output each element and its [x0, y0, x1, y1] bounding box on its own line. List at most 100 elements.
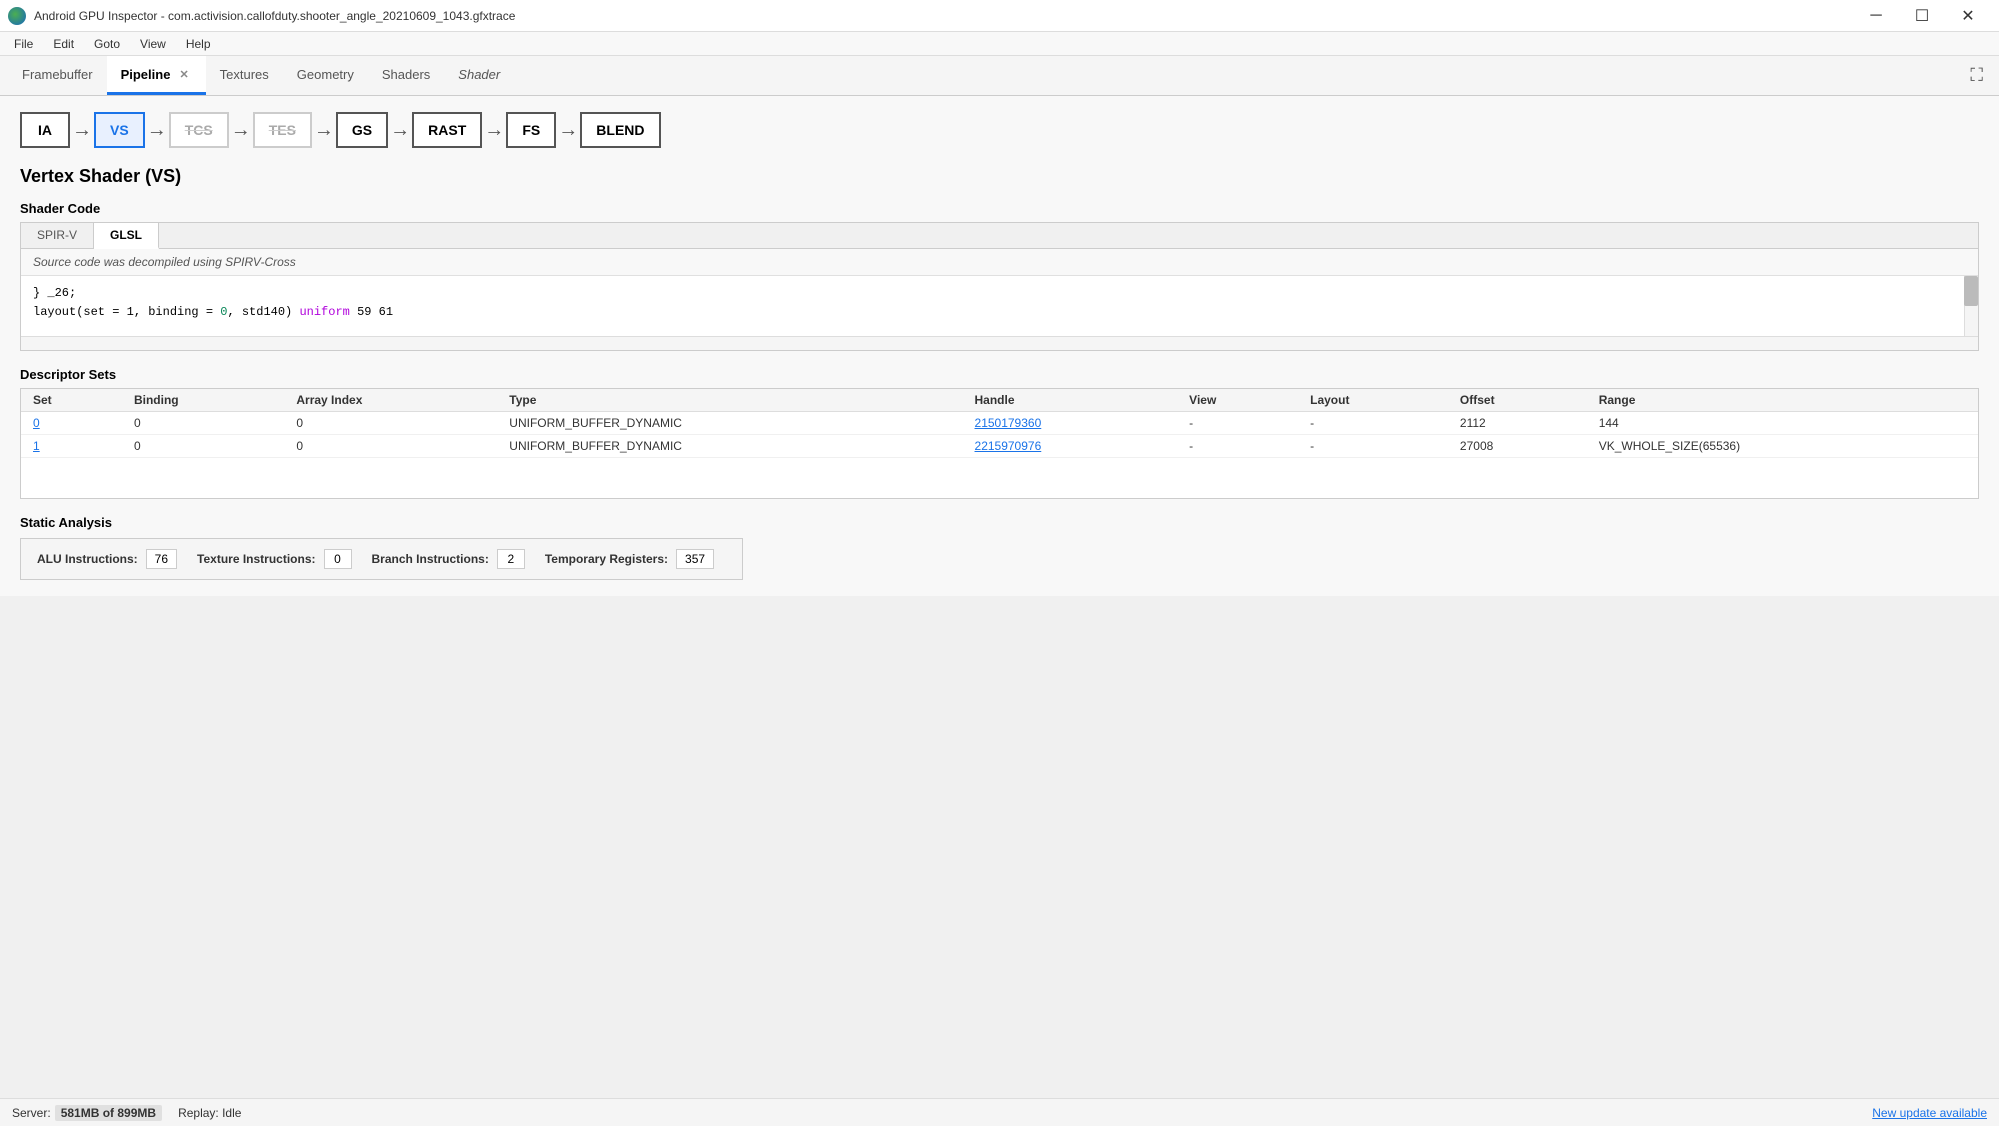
code-tab-spirv[interactable]: SPIR-V: [21, 223, 94, 248]
tab-geometry-label: Geometry: [297, 67, 354, 82]
table-row: 0 0 0 UNIFORM_BUFFER_DYNAMIC 2150179360 …: [21, 412, 1978, 435]
tab-pipeline-close[interactable]: ✕: [176, 67, 191, 82]
pipeline-node-fs[interactable]: FS: [506, 112, 556, 148]
set-link-0[interactable]: 0: [33, 416, 40, 430]
stat-label-branch: Branch Instructions:: [372, 552, 489, 566]
pipeline-node-ia[interactable]: IA: [20, 112, 70, 148]
code-line-1: } _26;: [33, 284, 1966, 303]
table-row-empty: [21, 458, 1978, 498]
descriptor-table: Set Binding Array Index Type Handle View…: [21, 389, 1978, 498]
title-bar-left: Android GPU Inspector - com.activision.c…: [8, 7, 515, 25]
menu-file[interactable]: File: [4, 35, 43, 53]
status-server-mem: 581MB of 899MB: [55, 1105, 162, 1121]
pipeline-node-tcs[interactable]: TCS: [169, 112, 229, 148]
menu-help[interactable]: Help: [176, 35, 221, 53]
title-bar-text: Android GPU Inspector - com.activision.c…: [34, 9, 515, 23]
stat-value-texture: 0: [324, 549, 352, 569]
menu-bar: File Edit Goto View Help: [0, 32, 1999, 56]
pipeline-node-rast[interactable]: RAST: [412, 112, 482, 148]
tab-textures[interactable]: Textures: [206, 56, 283, 95]
status-bar: Server: 581MB of 899MB Replay: Idle New …: [0, 1098, 1999, 1126]
pipeline-node-vs[interactable]: VS: [94, 112, 145, 148]
code-scroll-horizontal[interactable]: [21, 336, 1978, 350]
type-1: UNIFORM_BUFFER_DYNAMIC: [497, 435, 962, 458]
title-bar: Android GPU Inspector - com.activision.c…: [0, 0, 1999, 32]
handle-link-1[interactable]: 2215970976: [975, 439, 1042, 453]
offset-0: 2112: [1448, 412, 1587, 435]
code-tab-glsl[interactable]: GLSL: [94, 223, 159, 249]
status-update-link[interactable]: New update available: [1872, 1106, 1987, 1120]
col-array-index: Array Index: [284, 389, 497, 412]
col-range: Range: [1587, 389, 1978, 412]
stat-label-tempreg: Temporary Registers:: [545, 552, 668, 566]
range-0: 144: [1587, 412, 1978, 435]
minimize-button[interactable]: ─: [1853, 0, 1899, 32]
code-scroll-vertical[interactable]: [1964, 276, 1978, 336]
android-gpu-inspector-icon: [8, 7, 26, 25]
arrow-rast-fs: →: [482, 119, 506, 142]
code-decompile-notice: Source code was decompiled using SPIRV-C…: [21, 249, 1978, 276]
col-layout: Layout: [1298, 389, 1448, 412]
maximize-button[interactable]: ☐: [1899, 0, 1945, 32]
set-link-1[interactable]: 1: [33, 439, 40, 453]
pipeline-diagram: IA → VS → TCS → TES → GS → RAST → FS → B…: [20, 112, 1979, 148]
type-0: UNIFORM_BUFFER_DYNAMIC: [497, 412, 962, 435]
arrow-gs-rast: →: [388, 119, 412, 142]
shader-code-label: Shader Code: [20, 201, 1979, 216]
tab-geometry[interactable]: Geometry: [283, 56, 368, 95]
arrow-tcs-tes: →: [229, 119, 253, 142]
code-line-2: layout(set = 1, binding = 0, std140) uni…: [33, 303, 1966, 322]
binding-1: 0: [122, 435, 284, 458]
range-1: VK_WHOLE_SIZE(65536): [1587, 435, 1978, 458]
col-binding: Binding: [122, 389, 284, 412]
col-offset: Offset: [1448, 389, 1587, 412]
tab-bar: Framebuffer Pipeline ✕ Textures Geometry…: [0, 56, 1999, 96]
pipeline-node-blend[interactable]: BLEND: [580, 112, 660, 148]
descriptor-table-box: Set Binding Array Index Type Handle View…: [20, 388, 1979, 499]
pipeline-node-gs[interactable]: GS: [336, 112, 388, 148]
static-analysis-box: ALU Instructions: 76 Texture Instruction…: [20, 538, 743, 580]
close-button[interactable]: ✕: [1945, 0, 1991, 32]
layout-0: -: [1298, 412, 1448, 435]
tab-framebuffer-label: Framebuffer: [22, 67, 93, 82]
status-replay: Replay: Idle: [178, 1106, 241, 1120]
view-1: -: [1177, 435, 1298, 458]
tab-shader-label: Shader: [458, 67, 500, 82]
col-type: Type: [497, 389, 962, 412]
handle-link-0[interactable]: 2150179360: [975, 416, 1042, 430]
shader-code-box: SPIR-V GLSL Source code was decompiled u…: [20, 222, 1979, 351]
stat-label-texture: Texture Instructions:: [197, 552, 315, 566]
arrow-tes-gs: →: [312, 119, 336, 142]
tab-shaders-label: Shaders: [382, 67, 430, 82]
status-server-label: Server:: [12, 1106, 51, 1120]
tab-textures-label: Textures: [220, 67, 269, 82]
arrayindex-0: 0: [284, 412, 497, 435]
main-content: IA → VS → TCS → TES → GS → RAST → FS → B…: [0, 96, 1999, 596]
col-handle: Handle: [963, 389, 1178, 412]
menu-edit[interactable]: Edit: [43, 35, 84, 53]
stat-value-branch: 2: [497, 549, 525, 569]
code-content[interactable]: } _26; layout(set = 1, binding = 0, std1…: [21, 276, 1978, 336]
stat-label-alu: ALU Instructions:: [37, 552, 138, 566]
pipeline-node-tes[interactable]: TES: [253, 112, 312, 148]
col-set: Set: [21, 389, 122, 412]
menu-goto[interactable]: Goto: [84, 35, 130, 53]
arrayindex-1: 0: [284, 435, 497, 458]
table-row: 1 0 0 UNIFORM_BUFFER_DYNAMIC 2215970976 …: [21, 435, 1978, 458]
layout-1: -: [1298, 435, 1448, 458]
tab-shaders[interactable]: Shaders: [368, 56, 444, 95]
tab-shader[interactable]: Shader: [444, 56, 514, 95]
menu-view[interactable]: View: [130, 35, 176, 53]
tab-pipeline[interactable]: Pipeline ✕: [107, 56, 206, 95]
stat-value-tempreg: 357: [676, 549, 714, 569]
section-title: Vertex Shader (VS): [20, 166, 1979, 187]
tab-pipeline-label: Pipeline: [121, 67, 171, 82]
expand-icon[interactable]: ⛶: [1962, 65, 1991, 86]
descriptor-sets-label: Descriptor Sets: [20, 367, 1979, 382]
offset-1: 27008: [1448, 435, 1587, 458]
arrow-fs-blend: →: [556, 119, 580, 142]
tab-framebuffer[interactable]: Framebuffer: [8, 56, 107, 95]
col-view: View: [1177, 389, 1298, 412]
status-server: Server: 581MB of 899MB: [12, 1105, 162, 1121]
binding-0: 0: [122, 412, 284, 435]
